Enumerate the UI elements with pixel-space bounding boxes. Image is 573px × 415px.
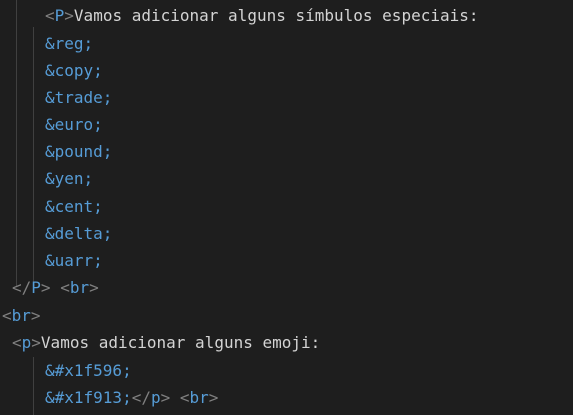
code-token-bracket: > bbox=[40, 278, 51, 297]
code-token-entity: &copy; bbox=[45, 61, 103, 80]
code-token-bracket: > bbox=[89, 278, 99, 297]
code-token-tag: br bbox=[69, 278, 90, 297]
code-token-entity: &delta; bbox=[45, 224, 113, 243]
indent-guide bbox=[16, 0, 17, 286]
code-line: &#x1f596; bbox=[45, 357, 132, 384]
indent-guide bbox=[33, 27, 34, 286]
code-token-bracket: </ bbox=[12, 278, 32, 297]
code-token-bracket: < bbox=[60, 278, 70, 297]
code-token-tag: p bbox=[21, 333, 32, 352]
code-line: <p>Vamos adicionar alguns emoji: bbox=[12, 329, 320, 356]
code-line: &delta; bbox=[45, 220, 112, 247]
code-line: &uarr; bbox=[45, 247, 103, 274]
indent-guide bbox=[33, 357, 34, 415]
code-line: <P>Vamos adicionar alguns símbulos espec… bbox=[45, 2, 479, 29]
code-token-tag: p bbox=[150, 388, 161, 407]
code-line: <br> bbox=[2, 302, 41, 329]
code-line: &cent; bbox=[45, 193, 103, 220]
code-token-bracket: </ bbox=[131, 388, 151, 407]
code-token-text: Vamos adicionar alguns emoji: bbox=[40, 333, 321, 352]
code-line: &euro; bbox=[45, 111, 103, 138]
code-token-tag: P bbox=[54, 6, 65, 25]
code-token-tag: br bbox=[11, 306, 31, 325]
code-token-tag: P bbox=[31, 278, 41, 297]
code-token-entity: &cent; bbox=[45, 197, 103, 216]
code-token-bracket: > bbox=[31, 333, 41, 352]
code-line: &pound; bbox=[45, 138, 112, 165]
code-token-text: Vamos adicionar alguns símbulos especiai… bbox=[73, 6, 479, 25]
code-token-entity: &#x1f596; bbox=[45, 361, 132, 380]
code-line: </P> <br> bbox=[12, 274, 99, 301]
code-token-tag: br bbox=[189, 388, 209, 407]
code-token-bracket: > bbox=[64, 6, 74, 25]
code-line: &copy; bbox=[45, 57, 103, 84]
code-token-entity: &yen; bbox=[45, 169, 94, 188]
code-token-entity: &uarr; bbox=[45, 251, 103, 270]
code-token-bracket: < bbox=[45, 6, 55, 25]
code-token-entity: &trade; bbox=[45, 88, 113, 107]
code-line: &reg; bbox=[45, 30, 93, 57]
code-token-entity: &reg; bbox=[45, 34, 94, 53]
code-token-bracket: > bbox=[30, 306, 41, 325]
code-editor[interactable]: <P>Vamos adicionar alguns símbulos espec… bbox=[0, 0, 573, 415]
code-token-bracket: > bbox=[208, 388, 219, 407]
code-token-entity: &euro; bbox=[45, 115, 103, 134]
code-token-entity: &#x1f913; bbox=[45, 388, 132, 407]
code-token-bracket: < bbox=[179, 388, 190, 407]
code-token-bracket: < bbox=[2, 306, 12, 325]
code-line: &#x1f913;</p> <br> bbox=[45, 384, 218, 411]
code-token-bracket: < bbox=[12, 333, 22, 352]
code-line: &trade; bbox=[45, 84, 112, 111]
code-token-entity: &pound; bbox=[45, 142, 113, 161]
code-line: &yen; bbox=[45, 165, 93, 192]
code-token-bracket: > bbox=[160, 388, 171, 407]
